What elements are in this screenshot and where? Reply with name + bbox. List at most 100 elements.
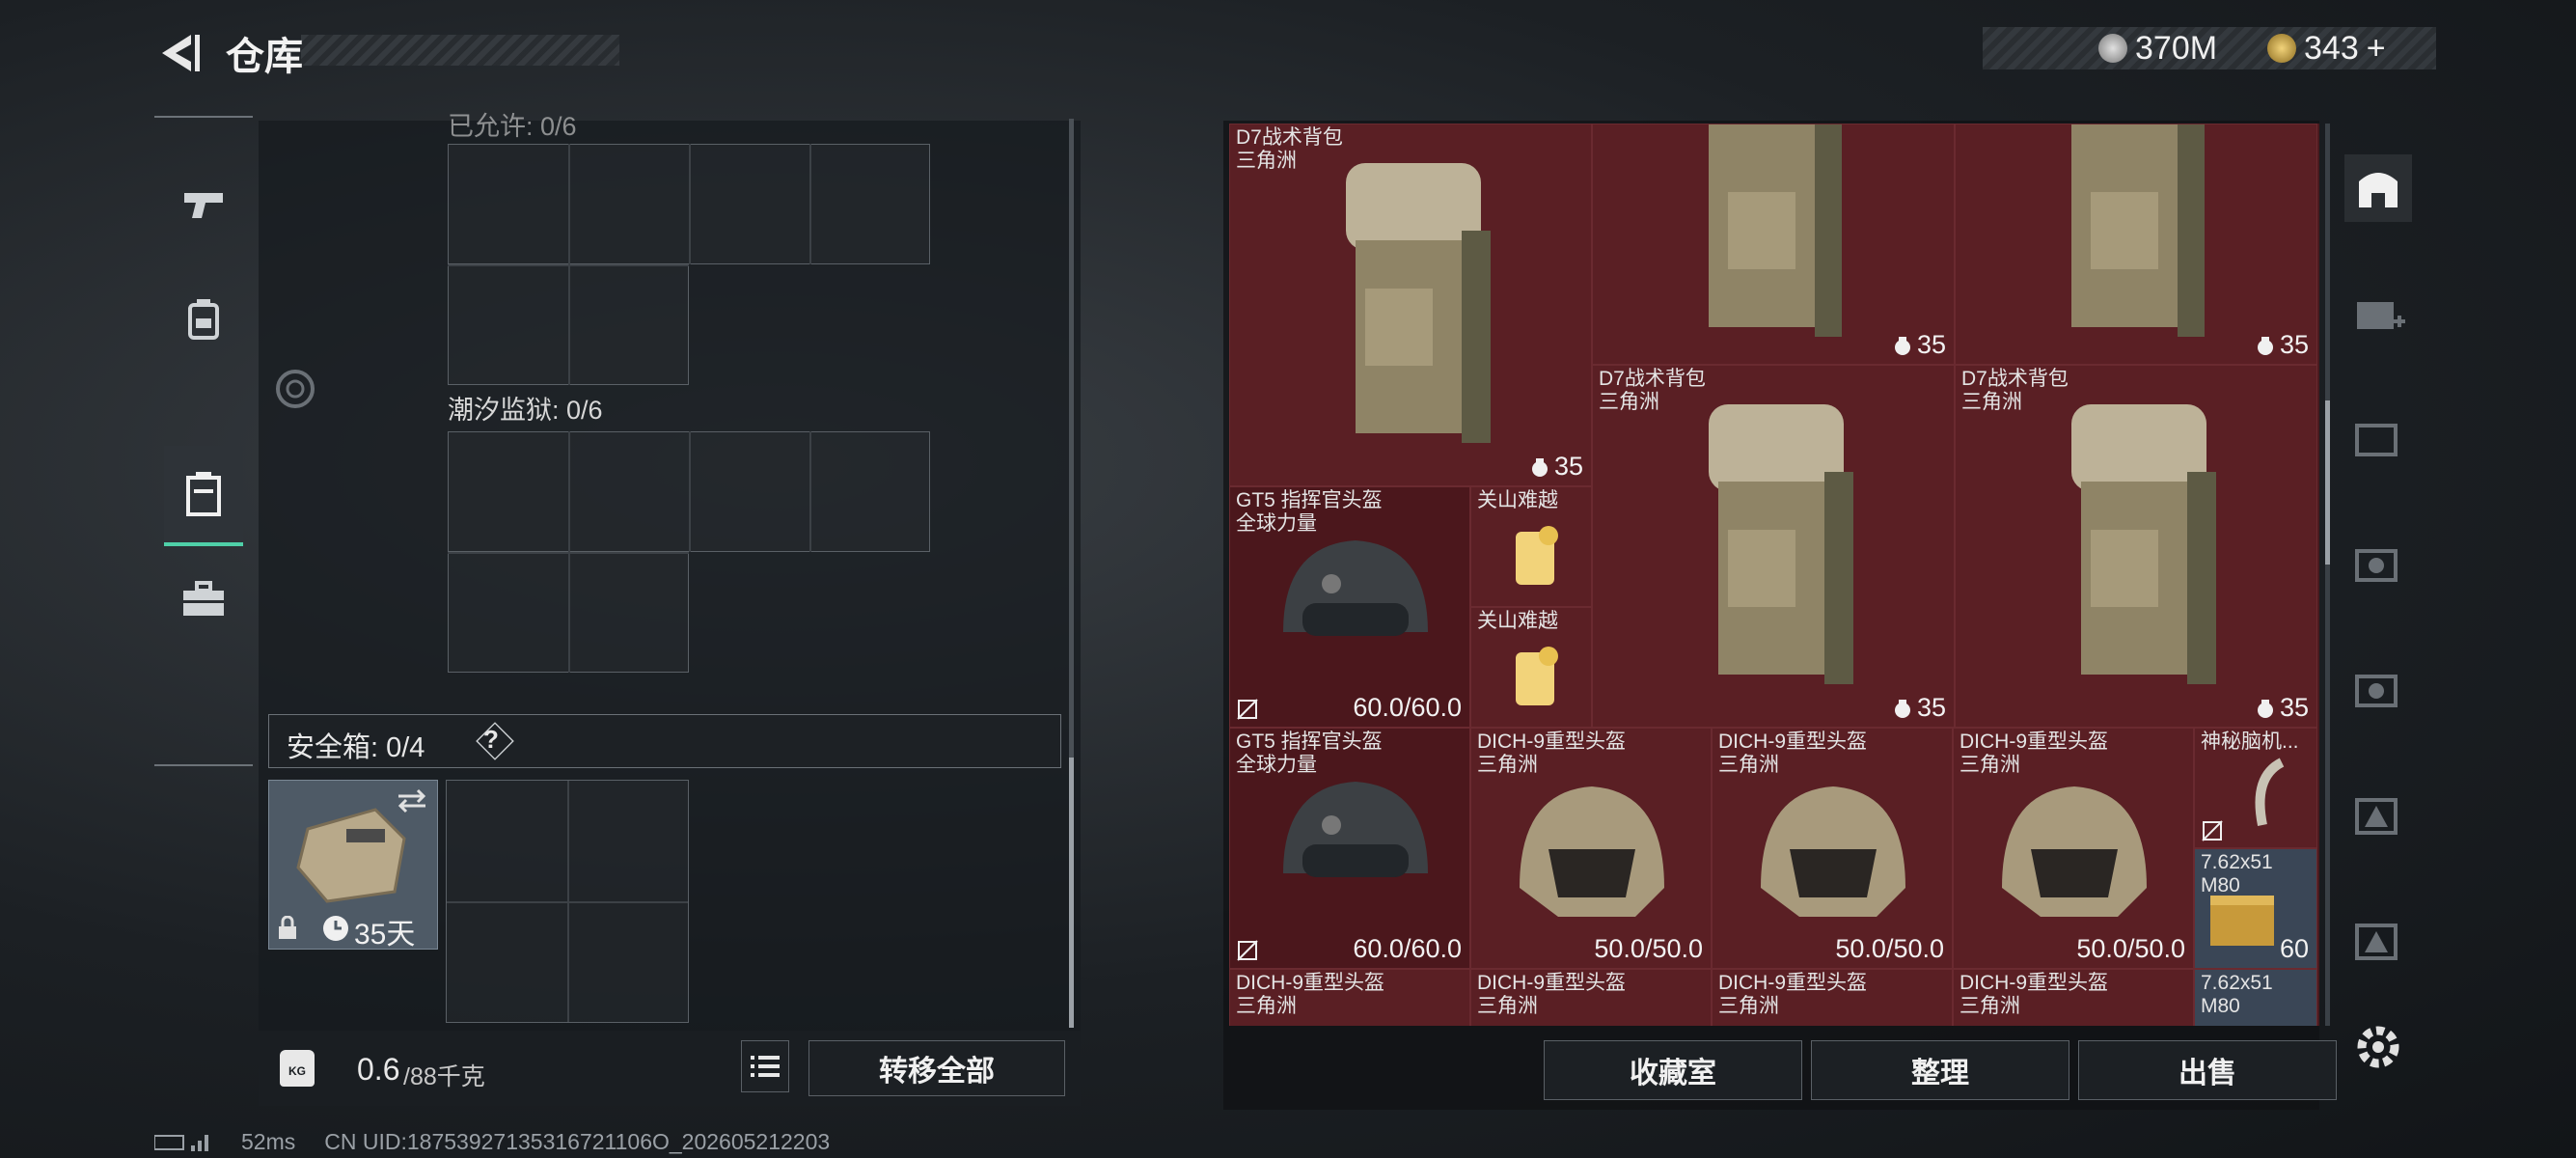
item-name: DICH-9重型头盔: [1236, 972, 1385, 994]
mystery-item[interactable]: 神秘脑机...: [2194, 728, 2317, 848]
item-name: DICH-9重型头盔: [1718, 972, 1868, 994]
storage-tab-8[interactable]: [2344, 907, 2412, 975]
organize-button[interactable]: 整理: [1811, 1040, 2069, 1100]
backpack-item[interactable]: 35: [1592, 124, 1955, 365]
page-title: 仓库: [226, 36, 303, 78]
backpack-item[interactable]: D7战术背包 三角洲 35: [1592, 365, 1955, 728]
item-name: 7.62x51 M80: [2201, 851, 2273, 896]
swap-icon[interactable]: [395, 786, 429, 815]
drink-glass-icon: [1516, 526, 1558, 585]
gold-amount: 343: [2304, 29, 2359, 67]
nav-storage-active[interactable]: [164, 446, 243, 546]
quantity-value: 35: [1916, 693, 1946, 722]
item-durability: 60.0/60.0: [1353, 693, 1462, 722]
bag-icon: [1894, 336, 1910, 355]
nav-weapons[interactable]: [164, 156, 243, 253]
folder-icon: [2355, 424, 2398, 456]
item-name: GT5 指挥官头盔: [1236, 489, 1383, 511]
gold-coin-icon: [2267, 34, 2296, 63]
collection-room-button[interactable]: 收藏室: [1544, 1040, 1802, 1100]
ammo-item[interactable]: 7.62x51 M80: [2194, 969, 2317, 1026]
gt5-helmet-item[interactable]: GT5 指挥官头盔 全球力量 60.0/60.0: [1229, 486, 1470, 728]
help-icon[interactable]: ?: [483, 725, 499, 755]
safe-box-label: 安全箱: 0/4: [287, 732, 425, 763]
weight-max: /88千克: [403, 1063, 485, 1090]
weight-icon: KG: [280, 1050, 315, 1087]
backpack-icon: [1709, 404, 1853, 684]
item-name: 7.62x51 M80: [2201, 972, 2273, 1017]
storage-tab-4[interactable]: [2344, 405, 2412, 473]
camera-icon: [2355, 549, 2398, 582]
tidal-prison-label: 潮汐监狱: 0/6: [448, 396, 603, 425]
transfer-all-button[interactable]: 转移全部: [808, 1040, 1065, 1096]
nav-equipment[interactable]: [164, 272, 243, 369]
inventory-scrollbar-thumb[interactable]: [2325, 400, 2330, 565]
settings-gear-icon[interactable]: [2352, 1021, 2404, 1073]
no-insure-icon: [1237, 699, 1258, 720]
backpack-item[interactable]: D7战术背包 三角洲 35: [1229, 124, 1592, 486]
item-name: 关山难越: [1477, 610, 1558, 632]
list-icon: [751, 1056, 780, 1077]
left-scrollbar-thumb[interactable]: [1069, 758, 1074, 1028]
storage-tab-home[interactable]: [2344, 154, 2412, 222]
safe-case-icon: [296, 808, 406, 903]
item-durability: 50.0/50.0: [1835, 934, 1944, 963]
target-decoration-icon: [276, 370, 315, 408]
currency-bar: 370M 343 +: [1983, 27, 2436, 69]
tidal-prison-grid[interactable]: [448, 431, 930, 673]
quantity-value: 35: [2279, 693, 2309, 722]
storage-tab-5[interactable]: [2344, 531, 2412, 598]
helmet-icon: [1283, 782, 1428, 877]
helmet-icon: [1761, 786, 1905, 917]
expand-storage-icon: [2357, 302, 2405, 329]
item-name: GT5 指挥官头盔: [1236, 731, 1383, 753]
storage-tab-add[interactable]: [2344, 280, 2412, 347]
safe-box-grid[interactable]: [446, 780, 689, 1023]
item-quantity: 60: [2279, 934, 2309, 963]
item-quantity: 35: [1892, 330, 1946, 360]
safe-case-item[interactable]: 35天: [268, 780, 438, 951]
item-name: DICH-9重型头盔: [1477, 731, 1627, 753]
inventory-scrollbar-track[interactable]: [2325, 124, 2330, 1026]
uid-text: CN UID:18753927135316721106O_20260521220…: [324, 1129, 831, 1154]
back-arrow-icon[interactable]: [154, 29, 203, 77]
nav-toolbox[interactable]: [164, 552, 243, 648]
backpack-item[interactable]: 35: [1955, 124, 2317, 365]
backpack-icon: [1709, 124, 1842, 337]
item-origin: 三角洲: [1961, 391, 2022, 413]
drink-item[interactable]: 关山难越: [1470, 607, 1592, 728]
dich-helmet-item[interactable]: DICH-9重型头盔 三角洲: [1470, 969, 1712, 1026]
toolbox-icon: [183, 581, 224, 616]
safe-case-days: 35天: [354, 919, 416, 951]
shield-home-icon: [2359, 173, 2398, 207]
safe-box-header: 安全箱: 0/4 ?: [268, 714, 1061, 768]
gt5-helmet-item[interactable]: GT5 指挥官头盔 全球力量 60.0/60.0: [1229, 728, 1470, 969]
sell-button[interactable]: 出售: [2078, 1040, 2337, 1100]
ammo-box-icon: [2210, 896, 2274, 946]
item-name: DICH-9重型头盔: [1959, 731, 2109, 753]
silver-currency: 370M: [2098, 27, 2217, 69]
list-view-button[interactable]: [741, 1040, 789, 1092]
weight-bar: KG 0.6 /88千克 转移全部: [259, 1031, 1081, 1106]
battery-signal-icon: [154, 1134, 208, 1151]
dich-helmet-item[interactable]: DICH-9重型头盔 三角洲 50.0/50.0: [1712, 728, 1953, 969]
ammo-item[interactable]: 7.62x51 M80 60: [2194, 848, 2317, 969]
backpack-item[interactable]: D7战术背包 三角洲 35: [1955, 365, 2317, 728]
dich-helmet-item[interactable]: DICH-9重型头盔 三角洲 50.0/50.0: [1470, 728, 1712, 969]
item-quantity: 35: [2255, 330, 2309, 360]
dich-helmet-item[interactable]: DICH-9重型头盔 三角洲 50.0/50.0: [1953, 728, 2194, 969]
lock-icon: [279, 916, 296, 939]
dich-helmet-item[interactable]: DICH-9重型头盔 三角洲: [1953, 969, 2194, 1026]
gold-currency[interactable]: 343 +: [2267, 27, 2386, 69]
storage-tab-6[interactable]: [2344, 656, 2412, 724]
item-quantity: 35: [1892, 693, 1946, 723]
inventory-grid: D7战术背包 三角洲 35 35 35 D7战术背包 三角洲 35 D7战术背包 三角…: [1229, 124, 2319, 1026]
item-durability: 60.0/60.0: [1353, 934, 1462, 963]
container-grid-1[interactable]: [448, 144, 930, 385]
status-bar: 52ms CN UID:18753927135316721106O_202605…: [154, 1129, 830, 1155]
dich-helmet-item[interactable]: DICH-9重型头盔 三角洲: [1712, 969, 1953, 1026]
drink-item[interactable]: 关山难越: [1470, 486, 1592, 607]
gold-plus-icon[interactable]: +: [2367, 30, 2386, 68]
storage-tab-7[interactable]: [2344, 782, 2412, 849]
dich-helmet-item[interactable]: DICH-9重型头盔 三角洲: [1229, 969, 1470, 1026]
